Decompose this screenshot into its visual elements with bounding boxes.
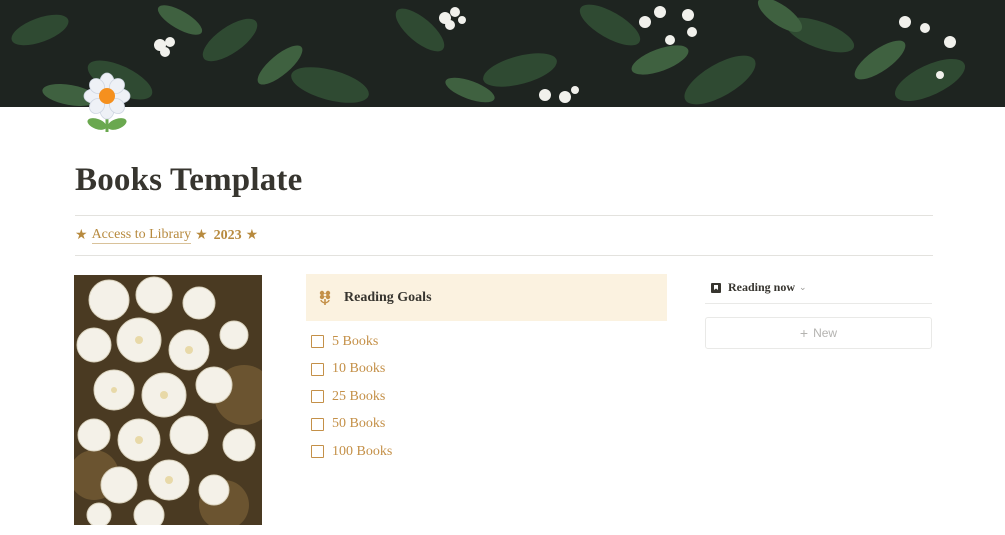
- todo-label[interactable]: 100 Books: [332, 444, 392, 460]
- todo-label[interactable]: 10 Books: [332, 361, 385, 377]
- todo-item: 25 Books: [311, 383, 392, 411]
- chrysanthemum-image: [74, 275, 262, 525]
- checkbox[interactable]: [311, 445, 324, 459]
- todo-label[interactable]: 50 Books: [332, 416, 385, 432]
- todo-item: 5 Books: [311, 328, 392, 356]
- cover-foliage: [0, 0, 1005, 107]
- star-icon: ★: [195, 228, 208, 243]
- todo-item: 10 Books: [311, 356, 392, 384]
- todo-label[interactable]: 5 Books: [332, 334, 378, 350]
- daisy-flower-icon[interactable]: [82, 72, 132, 134]
- cover-image[interactable]: [0, 0, 1005, 107]
- plus-icon: +: [799, 325, 809, 341]
- reading-goals-list: 5 Books 10 Books 25 Books 50 Books 100 B…: [311, 328, 392, 466]
- checkbox[interactable]: [311, 417, 324, 431]
- library-link[interactable]: Access to Library: [91, 227, 192, 244]
- divider: [75, 255, 933, 256]
- flower-icon: [319, 290, 331, 305]
- checkbox[interactable]: [311, 390, 324, 404]
- library-link-row: ★ Access to Library ★ 2023 ★: [75, 227, 258, 244]
- star-icon: ★: [245, 228, 259, 243]
- chevron-down-icon: ⌄: [799, 282, 807, 292]
- reading-goals-callout[interactable]: Reading Goals: [306, 274, 667, 321]
- checkbox[interactable]: [311, 362, 324, 376]
- book-icon: [711, 282, 721, 293]
- flowers-photo[interactable]: [74, 275, 262, 525]
- divider: [705, 303, 932, 304]
- star-icon: ★: [75, 228, 88, 243]
- database-view-name: Reading now: [728, 280, 796, 294]
- reading-goals-title: Reading Goals: [344, 289, 432, 305]
- database-view-tab[interactable]: Reading now ⌄: [710, 280, 807, 295]
- new-entry-label: New: [813, 326, 838, 340]
- todo-item: 50 Books: [311, 411, 392, 439]
- todo-label[interactable]: 25 Books: [332, 389, 385, 405]
- checkbox[interactable]: [311, 335, 324, 349]
- todo-item: 100 Books: [311, 438, 392, 466]
- page-title[interactable]: Books Template: [75, 162, 302, 199]
- new-entry-button[interactable]: + New: [705, 317, 932, 349]
- year-label: 2023: [213, 227, 242, 243]
- divider: [75, 215, 933, 216]
